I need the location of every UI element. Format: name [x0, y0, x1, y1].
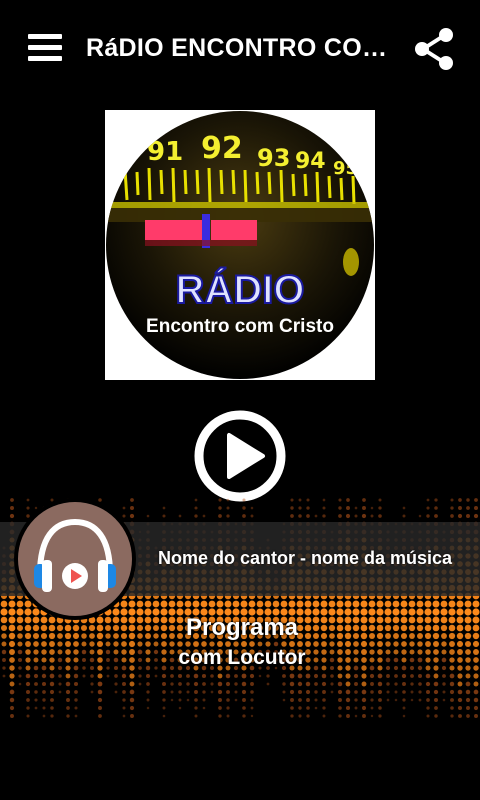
play-icon [194, 410, 286, 502]
avatar [14, 498, 136, 620]
menu-icon-bar [28, 45, 62, 50]
menu-icon-bar [28, 34, 62, 39]
song-info: Nome do cantor - nome da música [158, 548, 453, 568]
station-logo: 91 92 93 94 95 RÁDIO Encontro com Cristo [105, 110, 375, 380]
dial-number: 94 [295, 149, 326, 174]
logo-title: RÁDIO [176, 267, 305, 312]
app-bar: RáDIO ENCONTRO COM… [0, 0, 480, 96]
menu-icon-bar [28, 56, 62, 61]
share-icon [415, 28, 453, 70]
logo-subtitle: Encontro com Cristo [146, 316, 334, 337]
host-name: com Locutor [178, 646, 306, 669]
headphones-icon [18, 502, 132, 616]
dial-number: 91 [147, 137, 183, 167]
dial-number: 93 [257, 144, 290, 172]
program-name: Programa [185, 614, 299, 641]
app-title: RáDIO ENCONTRO COM… [86, 34, 406, 62]
play-button[interactable] [192, 408, 288, 504]
dial-number: 95 [333, 158, 358, 179]
share-button[interactable] [412, 26, 458, 72]
menu-button[interactable] [24, 30, 64, 66]
dial-number: 92 [201, 131, 243, 166]
